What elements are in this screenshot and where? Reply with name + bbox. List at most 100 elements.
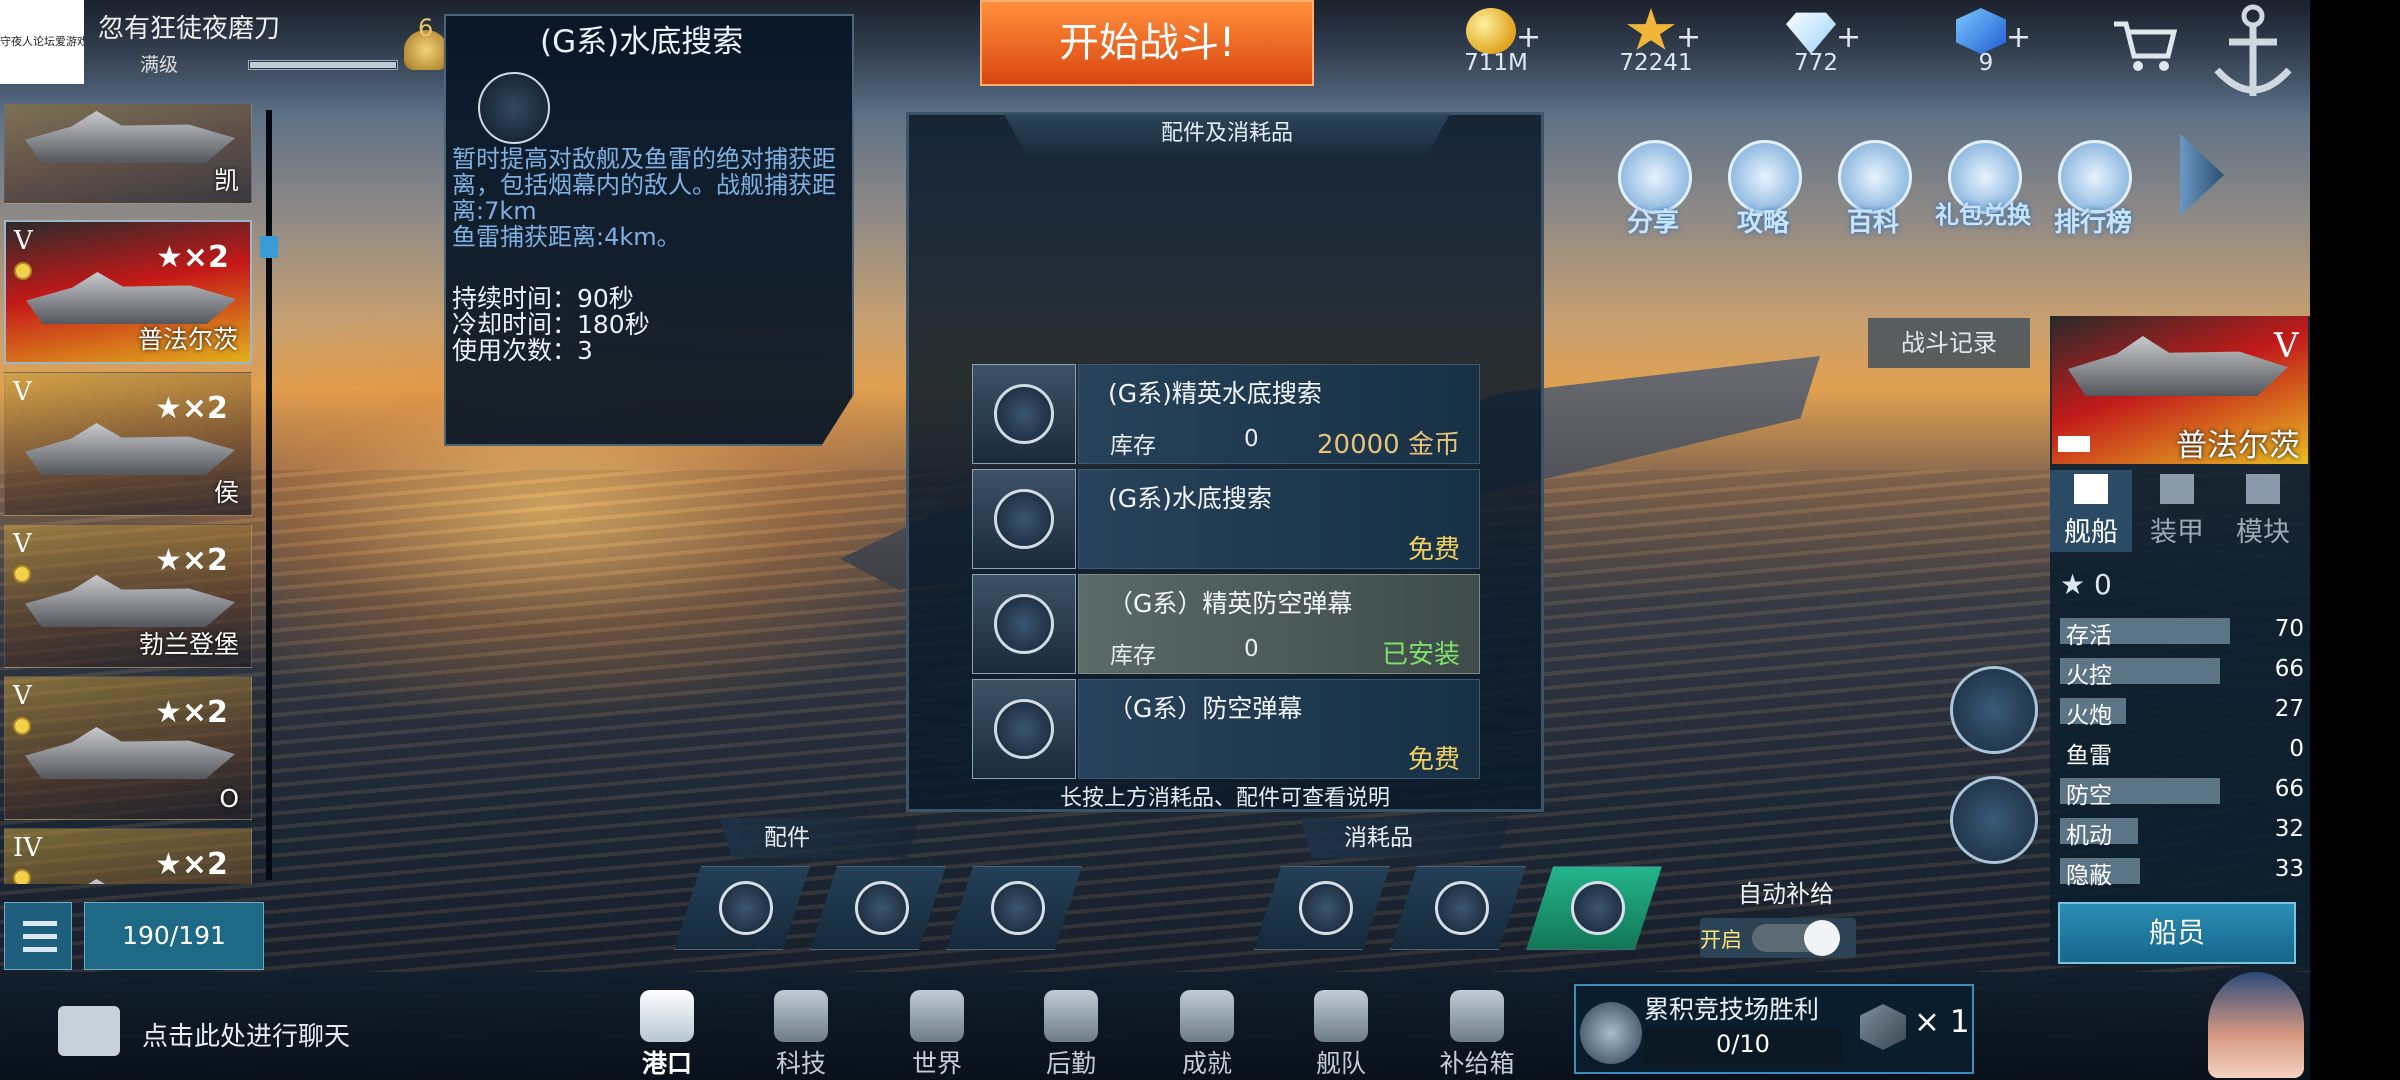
tech-icon bbox=[774, 990, 828, 1042]
leaderboard-button[interactable]: 排行榜 bbox=[2048, 140, 2138, 250]
ship-tier: V bbox=[13, 529, 32, 559]
consumable-item[interactable]: （G系）防空弹幕 免费 bbox=[972, 679, 1480, 779]
watermark-logo: 守夜人论坛爱游戏 bbox=[0, 0, 84, 84]
ship-image bbox=[25, 575, 235, 627]
selected-ship-name: 普法尔茨 bbox=[2176, 428, 2300, 464]
anchor-icon[interactable] bbox=[2205, 0, 2301, 110]
stat-row: 存活 70 bbox=[2060, 614, 2304, 649]
nav-fleet[interactable]: 舰队 bbox=[1286, 990, 1396, 1080]
ship-card[interactable]: V ★×2 侯 bbox=[4, 372, 252, 516]
ship-name: 勃兰登堡 bbox=[138, 630, 239, 659]
ship-tier: V bbox=[13, 377, 32, 407]
item-name: (G系)水底搜索 bbox=[1108, 484, 1272, 513]
diamond-icon bbox=[1786, 12, 1836, 54]
tab-ship[interactable]: 舰船 bbox=[2050, 470, 2132, 552]
stat-row: 火控 66 bbox=[2060, 654, 2304, 689]
toggle-label: 开启 bbox=[1700, 928, 1742, 952]
list-menu-button[interactable] bbox=[4, 902, 72, 970]
elite-aa-barrage-icon bbox=[994, 594, 1054, 654]
diamonds-value: 772 bbox=[1794, 50, 1838, 76]
nation-flag-icon bbox=[13, 717, 31, 735]
nav-port[interactable]: 港口 bbox=[612, 990, 722, 1080]
ship-stars: ★×2 bbox=[156, 240, 229, 275]
ship-card-selected[interactable]: V ★×2 普法尔茨 bbox=[4, 220, 252, 364]
ship-card[interactable]: IV ★×2 bbox=[4, 828, 252, 884]
nav-world[interactable]: 世界 bbox=[882, 990, 992, 1080]
item-status: 已安装 bbox=[1381, 640, 1460, 670]
sonar-icon bbox=[994, 489, 1054, 549]
fleet-icon bbox=[1314, 990, 1368, 1042]
item-name: （G系）精英防空弹幕 bbox=[1108, 589, 1353, 618]
consumable-item[interactable]: (G系)水底搜索 免费 bbox=[972, 469, 1480, 569]
arena-progress-value: 0/10 bbox=[1716, 1030, 1770, 1058]
avatar[interactable] bbox=[2208, 972, 2304, 1078]
wiki-button[interactable]: 百科 bbox=[1828, 140, 1918, 250]
selected-ship-tier: V bbox=[2274, 326, 2299, 366]
consumable-item[interactable]: (G系)精英水底搜索 库存 0 20000 金币 bbox=[972, 364, 1480, 464]
ship-card[interactable]: V ★×2 勃兰登堡 bbox=[4, 524, 252, 668]
ship-image bbox=[26, 272, 236, 324]
item-stock-label: 库存 bbox=[1110, 643, 1156, 669]
tools-icon[interactable] bbox=[1950, 776, 2038, 864]
ship-card[interactable]: 凯 bbox=[4, 104, 252, 204]
nation-flag-icon bbox=[13, 869, 31, 884]
screen-edge bbox=[2310, 0, 2400, 1080]
currency-diamonds[interactable]: + 772 bbox=[1746, 0, 1886, 84]
chat-bubble-icon[interactable] bbox=[58, 1006, 120, 1056]
star-icon bbox=[1627, 8, 1675, 50]
ship-tier: V bbox=[14, 226, 33, 256]
start-battle-button[interactable]: 开始战斗! bbox=[980, 0, 1314, 86]
tooltip-uses: 使用次数：3 bbox=[452, 336, 593, 365]
logistics-icon bbox=[1044, 990, 1098, 1042]
arena-icon bbox=[1580, 1002, 1642, 1064]
tooltip-title: (G系)水底搜索 bbox=[540, 24, 744, 60]
consumable-item-installed[interactable]: （G系）精英防空弹幕 库存 0 已安装 bbox=[972, 574, 1480, 674]
ship-tab-icon bbox=[2074, 474, 2108, 504]
crew-button[interactable]: 船员 bbox=[2058, 902, 2296, 964]
ship-name: O bbox=[219, 784, 239, 813]
achievement-icon bbox=[1180, 990, 1234, 1042]
repair-icon bbox=[1299, 881, 1353, 935]
ship-count-button[interactable]: 190/191 bbox=[84, 902, 264, 970]
armor-tab-icon bbox=[2160, 474, 2194, 504]
sonar-icon bbox=[1571, 881, 1625, 935]
nav-supply-box[interactable]: 补给箱 bbox=[1422, 990, 1532, 1080]
toggle-knob[interactable] bbox=[1804, 920, 1840, 956]
ship-tier: V bbox=[13, 681, 32, 711]
ship-list-scrollbar[interactable] bbox=[266, 110, 272, 880]
gold-value: 711M bbox=[1464, 50, 1528, 76]
ship-stars: ★×2 bbox=[155, 391, 228, 426]
share-button[interactable]: 分享 bbox=[1608, 140, 1698, 250]
gun-turret-icon bbox=[991, 881, 1045, 935]
nav-logistics[interactable]: 后勤 bbox=[1016, 990, 1126, 1080]
guide-button[interactable]: 攻略 bbox=[1718, 140, 1808, 250]
currency-stars[interactable]: + 72241 bbox=[1586, 0, 1726, 84]
nation-flag-icon bbox=[13, 565, 31, 583]
rank-chevron-icon[interactable] bbox=[1950, 666, 2038, 754]
battle-record-button[interactable]: 战斗记录 bbox=[1868, 318, 2030, 368]
tooltip-duration: 持续时间：90秒 bbox=[452, 284, 634, 313]
currency-cubes[interactable]: + 9 bbox=[1916, 0, 2056, 84]
tooltip-description: 暂时提高对敌舰及鱼雷的绝对捕获距离，包括烟幕内的敌人。战舰捕获距离:7km 鱼雷… bbox=[452, 145, 836, 251]
consumables-tab[interactable]: 消耗品 bbox=[1300, 818, 1510, 858]
nav-tech[interactable]: 科技 bbox=[746, 990, 856, 1080]
cubes-value: 9 bbox=[1978, 50, 1994, 76]
tab-armor[interactable]: 装甲 bbox=[2136, 470, 2218, 552]
stat-row: 火炮 27 bbox=[2060, 694, 2304, 729]
ship-card[interactable]: V ★×2 O bbox=[4, 676, 252, 820]
chat-input-prompt[interactable]: 点击此处进行聊天 bbox=[142, 1016, 350, 1053]
item-name: （G系）防空弹幕 bbox=[1108, 694, 1303, 723]
parts-tab[interactable]: 配件 bbox=[720, 818, 920, 858]
nation-flag-icon bbox=[14, 262, 32, 280]
nav-achievements[interactable]: 成就 bbox=[1152, 990, 1262, 1080]
stat-row: 机动 32 bbox=[2060, 814, 2304, 849]
stat-row: 防空 66 bbox=[2060, 774, 2304, 809]
shop-cart-icon[interactable] bbox=[2110, 16, 2180, 76]
tab-module[interactable]: 模块 bbox=[2222, 470, 2304, 552]
arena-reward-count: × 1 bbox=[1914, 1004, 1970, 1040]
ship-list[interactable]: 凯 V ★×2 普法尔茨 V ★×2 侯 V ★×2 勃兰登堡 V ★×2 O … bbox=[0, 104, 256, 884]
ship-list-scroll-thumb[interactable] bbox=[260, 236, 278, 258]
gift-redeem-button[interactable]: 礼包兑换 bbox=[1935, 140, 2031, 250]
currency-gold[interactable]: + 711M bbox=[1426, 0, 1566, 84]
globe-icon bbox=[910, 990, 964, 1042]
